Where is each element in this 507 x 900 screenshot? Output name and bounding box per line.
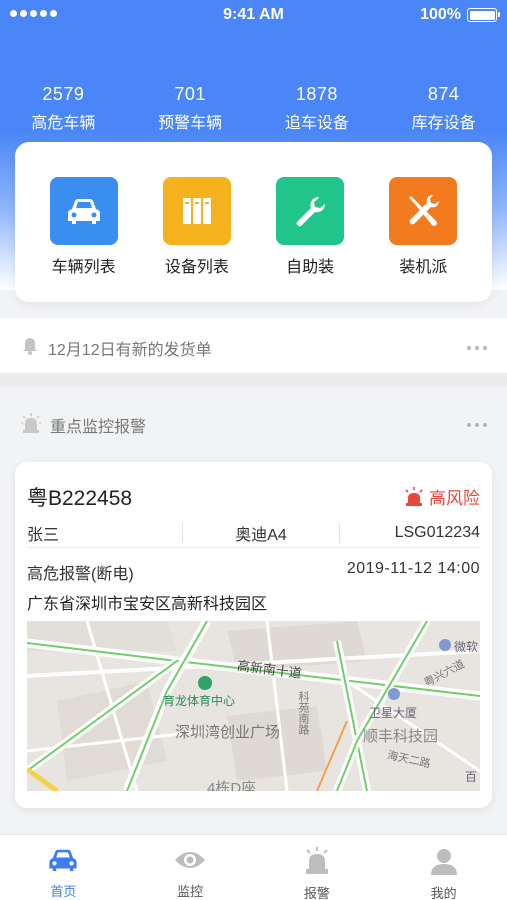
- alarm-address: 广东省深圳市宝安区高新科技园区: [27, 596, 268, 613]
- bottom-tab-bar: 首页 监控 报警 我的: [0, 834, 507, 900]
- tab-label: 监控: [177, 884, 204, 899]
- stat-label: 预警车辆: [158, 115, 223, 132]
- tab-monitor[interactable]: 监控: [127, 835, 254, 900]
- map-poi-tower: 卫星大厦: [369, 706, 418, 720]
- stat-value: 2579: [42, 84, 85, 104]
- stat-tracking-devices[interactable]: 1878 追车设备: [254, 84, 381, 133]
- alarm-type: 高危报警(断电): [27, 566, 134, 583]
- tab-label: 首页: [50, 884, 77, 899]
- home-car-icon: [49, 849, 77, 872]
- device-list-button[interactable]: 设备列表: [152, 142, 242, 302]
- risk-label: 高风险: [429, 489, 480, 508]
- quick-action-label: 装机派: [399, 259, 448, 276]
- more-options-icon[interactable]: [467, 346, 487, 350]
- map-poi-gym: 育龙体育中心: [163, 694, 236, 708]
- section-divider: [0, 373, 507, 387]
- map-poi-label: 百: [465, 770, 478, 784]
- notice-text: 12月12日有新的发货单: [48, 342, 212, 359]
- tab-home[interactable]: 首页: [0, 835, 127, 900]
- tab-label: 我的: [430, 886, 457, 900]
- alarm-icon: [305, 847, 328, 874]
- wrench-icon: [276, 177, 345, 245]
- vehicle-info-row: 张三 奥迪A4 LSG012234: [27, 518, 480, 548]
- alarm-time: 2019-11-12 14:00: [346, 560, 480, 577]
- battery-percent: 100%: [420, 6, 461, 23]
- stat-high-risk-vehicles[interactable]: 2579 高危车辆: [0, 84, 127, 133]
- monitor-section-header: 重点监控报警: [0, 395, 507, 455]
- stat-inventory-devices[interactable]: 874 库存设备: [380, 84, 507, 133]
- map-poi-building: 4栋D座: [207, 780, 257, 791]
- section-title: 重点监控报警: [50, 419, 147, 436]
- tab-alarm[interactable]: 报警: [254, 835, 381, 900]
- battery-icon: [467, 8, 500, 22]
- eye-icon: [175, 852, 206, 868]
- install-dispatch-button[interactable]: 装机派: [378, 142, 468, 302]
- self-install-button[interactable]: 自助装: [265, 142, 355, 302]
- quick-actions-card: 车辆列表 设备列表 自助装 装机派: [15, 142, 492, 302]
- map-poi-microsoft: 微软: [454, 640, 479, 654]
- stat-label: 追车设备: [284, 115, 349, 132]
- vehicle-model: 奥迪A4: [235, 526, 287, 544]
- user-icon: [430, 849, 457, 875]
- status-bar: 9:41 AM 100%: [0, 0, 507, 30]
- siren-icon: [405, 486, 423, 506]
- quick-action-label: 车辆列表: [51, 259, 116, 276]
- risk-badge: 高风险: [403, 484, 480, 509]
- shipping-notice[interactable]: 12月12日有新的发货单: [0, 318, 507, 378]
- map-poi-plaza: 深圳湾创业广场: [175, 724, 281, 741]
- stats-row: 2579 高危车辆 701 预警车辆 1878 追车设备 874 库存设备: [0, 84, 507, 133]
- tab-profile[interactable]: 我的: [380, 835, 507, 900]
- vehicle-list-button[interactable]: 车辆列表: [39, 142, 129, 302]
- owner-name: 张三: [27, 526, 60, 544]
- more-options-icon[interactable]: [467, 423, 487, 427]
- location-map[interactable]: 高新南十道 育龙体育中心 深圳湾创业广场 卫星大厦 顺丰科技园 海天二路 粤兴六…: [27, 621, 480, 791]
- alarm-card[interactable]: 粤B222458 高风险 张三 奥迪A4 LSG012234 高危报警(断电) …: [15, 462, 492, 808]
- stat-label: 高危车辆: [31, 115, 96, 132]
- stat-warning-vehicles[interactable]: 701 预警车辆: [127, 84, 254, 133]
- stat-value: 1878: [295, 84, 338, 104]
- quick-action-label: 自助装: [286, 259, 335, 276]
- quick-action-label: 设备列表: [164, 259, 229, 276]
- map-road-label: 科苑南路: [297, 691, 309, 735]
- map-poi-park: 顺丰科技园: [363, 728, 439, 745]
- license-plate: 粤B222458: [27, 487, 133, 510]
- stat-value: 701: [174, 84, 206, 104]
- vehicle-vin: LSG012234: [394, 523, 480, 541]
- tab-label: 报警: [303, 886, 330, 900]
- siren-icon: [20, 412, 42, 439]
- tools-icon: [389, 177, 458, 245]
- car-icon: [49, 177, 118, 245]
- bell-icon: [20, 336, 40, 361]
- stat-value: 874: [427, 84, 460, 104]
- stat-label: 库存设备: [411, 115, 476, 132]
- device-icon: [162, 177, 231, 245]
